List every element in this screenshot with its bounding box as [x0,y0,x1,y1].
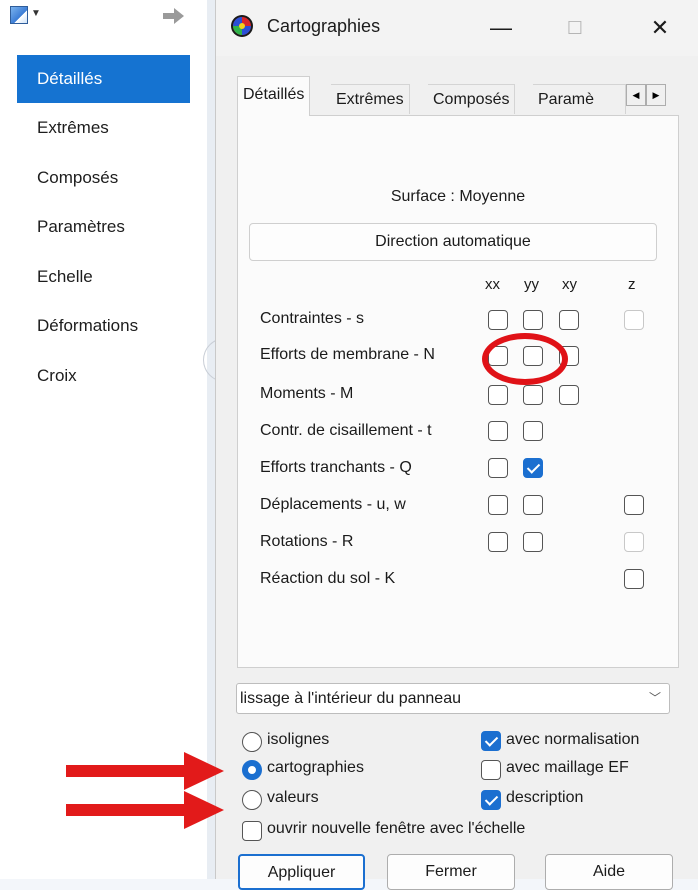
checkbox-open-scale[interactable] [242,821,262,841]
label-valeurs: valeurs [267,789,319,806]
row-label-tranchants: Efforts tranchants - Q [260,459,412,476]
checkbox-tranchants-xx[interactable] [488,458,508,478]
col-header-xx: xx [485,276,500,293]
label-normalisation: avec normalisation [506,731,640,748]
sidebar-item-extremes[interactable]: Extrêmes [17,103,190,153]
col-header-z: z [628,276,636,293]
label-description: description [506,789,584,806]
title-bar[interactable]: Cartographies — ☐ ✕ [216,0,698,56]
maximize-button[interactable]: ☐ [552,8,598,48]
chevron-down-icon: ﹀ [648,691,661,705]
checkbox-moments-xy[interactable] [559,385,579,405]
sidebar-list: Détaillés Extrêmes Composés Paramètres E… [17,55,190,400]
row-label-deplacements: Déplacements - u, w [260,496,406,513]
checkbox-contraintes-xx[interactable] [488,310,508,330]
sidebar-item-echelle[interactable]: Echelle [17,252,190,302]
app-globe-icon [231,15,253,37]
splitter[interactable] [207,0,215,879]
smoothing-select-value: lissage à l'intérieur du panneau [240,690,461,707]
left-panel: ▼ Détaillés Extrêmes Composés Paramètres… [0,0,207,879]
tab-extremes[interactable]: Extrêmes [331,84,410,114]
tab-detailles[interactable]: Détaillés [237,76,311,116]
smoothing-select[interactable]: lissage à l'intérieur du panneau ﹀ [236,683,670,714]
checkbox-contraintes-yy[interactable] [523,310,543,330]
label-isolignes: isolignes [267,731,330,748]
checkbox-rotations-z[interactable] [624,532,644,552]
scroll-left-icon[interactable]: ◀ [626,84,646,106]
radio-isolignes[interactable] [242,732,262,752]
cartographies-dialog: Cartographies — ☐ ✕ Détaillés Extrêmes C… [215,0,698,890]
row-label-rotations: Rotations - R [260,533,354,550]
checkbox-maillage[interactable] [481,760,501,780]
annotation-arrow-cartographies [66,752,224,790]
checkbox-rotations-xx[interactable] [488,532,508,552]
forward-arrow-icon[interactable] [163,7,185,25]
checkbox-normalisation[interactable] [481,731,501,751]
tab-composes[interactable]: Composés [428,84,516,114]
tab-scroll-buttons: ◀ ▶ [626,84,666,106]
radio-valeurs[interactable] [242,790,262,810]
direction-auto-button[interactable]: Direction automatique [249,223,657,261]
row-label-moments: Moments - M [260,385,354,402]
checkbox-cisaillement-yy[interactable] [523,421,543,441]
row-label-membrane: Efforts de membrane - N [260,346,435,363]
sidebar-item-detailles[interactable]: Détaillés [17,55,190,103]
highlight-ellipse [482,333,568,385]
annotation-arrow-valeurs [66,791,224,829]
checkbox-contraintes-xy[interactable] [559,310,579,330]
sidebar-item-parametres[interactable]: Paramètres [17,202,190,252]
apply-button[interactable]: Appliquer [238,854,365,890]
tab-strip: Détaillés Extrêmes Composés Paramè ◀ ▶ [237,76,679,116]
surface-label: Surface : Moyenne [390,188,526,205]
row-label-reaction-sol: Réaction du sol - K [260,570,396,587]
sidebar-item-croix[interactable]: Croix [17,351,190,401]
label-maillage: avec maillage EF [506,759,629,776]
checkbox-deplacements-yy[interactable] [523,495,543,515]
close-button[interactable]: Fermer [387,854,515,890]
window-title: Cartographies [267,16,381,36]
checkbox-moments-xx[interactable] [488,385,508,405]
checkbox-moments-yy[interactable] [523,385,543,405]
col-header-xy: xy [562,276,577,293]
left-toolbar: ▼ [0,0,207,40]
label-open-scale: ouvrir nouvelle fenêtre avec l'échelle [267,820,526,837]
minimize-button[interactable]: — [478,8,524,48]
help-button[interactable]: Aide [545,854,673,890]
tab-parametres[interactable]: Paramè [533,84,626,114]
close-icon[interactable]: ✕ [637,8,683,48]
tab-panel-detailles: Surface : Moyenne Direction automatique … [237,115,679,668]
image-icon[interactable] [10,6,28,24]
checkbox-tranchants-yy[interactable] [523,458,543,478]
sidebar-item-deformations[interactable]: Déformations [17,301,190,351]
checkbox-rotations-yy[interactable] [523,532,543,552]
checkbox-deplacements-xx[interactable] [488,495,508,515]
checkbox-cisaillement-xx[interactable] [488,421,508,441]
col-header-yy: yy [524,276,539,293]
label-cartographies: cartographies [267,759,364,776]
sidebar-item-composes[interactable]: Composés [17,153,190,203]
row-label-contraintes: Contraintes - s [260,310,365,327]
radio-cartographies[interactable] [242,760,262,780]
dropdown-caret-icon[interactable]: ▼ [31,8,41,19]
row-label-cisaillement: Contr. de cisaillement - t [260,422,432,439]
checkbox-reaction-sol-z[interactable] [624,569,644,589]
scroll-right-icon[interactable]: ▶ [646,84,666,106]
checkbox-contraintes-z[interactable] [624,310,644,330]
checkbox-deplacements-z[interactable] [624,495,644,515]
checkbox-description[interactable] [481,790,501,810]
